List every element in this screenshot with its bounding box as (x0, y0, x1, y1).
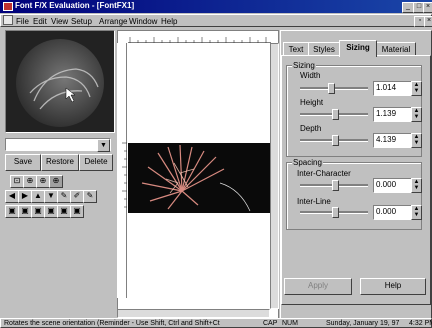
close-icon[interactable]: × (423, 2, 432, 13)
wand-tool-icon[interactable]: ✐ (70, 190, 84, 203)
tab-sizing[interactable]: Sizing (339, 40, 377, 57)
depth-label: Depth (300, 124, 322, 133)
view-6-icon[interactable]: ▣ (70, 205, 84, 218)
arrow-up-icon[interactable]: ▲ (31, 190, 45, 203)
width-label: Width (300, 71, 321, 80)
save-button[interactable]: Save (5, 154, 41, 171)
horizontal-scrollbar[interactable] (117, 309, 270, 318)
menu-view[interactable]: View (51, 17, 68, 26)
width-slider-thumb[interactable] (328, 83, 336, 94)
status-date: Sunday, January 19, 97 (326, 320, 400, 327)
arrow-right-icon[interactable]: ▶ (18, 190, 32, 203)
inter-line-slider-thumb[interactable] (331, 207, 339, 218)
menu-help[interactable]: Help (161, 17, 177, 26)
status-message: Rotates the scene orientation (Reminder … (4, 320, 220, 327)
menu-window[interactable]: Window (129, 17, 157, 26)
view-3-icon[interactable]: ▣ (31, 205, 45, 218)
num-indicator: NUM (282, 320, 298, 327)
doc-close-icon[interactable]: × (424, 16, 432, 27)
inter-character-label: Inter-Character (297, 169, 351, 178)
view-1-icon[interactable]: ▣ (5, 205, 19, 218)
height-spinner[interactable]: ▲ ▼ (411, 107, 422, 122)
help-button[interactable]: Help (360, 278, 426, 295)
view-4-icon[interactable]: ▣ (44, 205, 58, 218)
rotate-z-icon[interactable]: ⊕ (49, 175, 63, 188)
arrow-down-icon[interactable]: ▼ (44, 190, 58, 203)
view-2-icon[interactable]: ▣ (18, 205, 32, 218)
inter-character-spinner[interactable]: ▲ ▼ (411, 178, 422, 193)
horizontal-ruler (128, 33, 271, 43)
preview-text-swirl (29, 68, 99, 110)
menu-file[interactable]: File (16, 17, 29, 26)
depth-spinner[interactable]: ▲ ▼ (411, 133, 422, 148)
rotate-x-icon[interactable]: ⊕ (23, 175, 37, 188)
mouse-cursor-icon (65, 87, 76, 103)
chevron-down-icon[interactable]: ▼ (97, 139, 110, 152)
vertical-ruler-ticks (122, 142, 127, 208)
rendered-text-image (128, 143, 270, 213)
pen-tool-icon[interactable]: ✎ (57, 190, 71, 203)
render-burst (141, 144, 251, 212)
preset-select[interactable]: ▼ (5, 138, 111, 152)
inter-line-label: Inter-Line (297, 197, 331, 206)
vertical-ruler (117, 43, 127, 298)
menu-edit[interactable]: Edit (33, 17, 47, 26)
sizing-group-label: Sizing (292, 61, 316, 70)
status-bar: Rotates the scene orientation (Reminder … (0, 318, 432, 328)
width-field[interactable]: 1.014 (373, 81, 415, 96)
height-field[interactable]: 1.139 (373, 107, 415, 122)
inter-character-slider-thumb[interactable] (331, 180, 339, 191)
height-label: Height (300, 98, 324, 107)
menu-setup[interactable]: Setup (71, 17, 92, 26)
depth-field[interactable]: 4.139 (373, 133, 415, 148)
depth-slider-thumb[interactable] (331, 135, 339, 146)
title-bar: Font F/X Evaluation - [FontFX1] _ □ × (0, 0, 432, 13)
vertical-scrollbar[interactable] (270, 43, 279, 309)
scene-orientation-preview[interactable] (5, 30, 115, 133)
height-slider-thumb[interactable] (331, 109, 339, 120)
document-icon[interactable] (3, 15, 13, 25)
app-icon[interactable] (3, 2, 13, 11)
ruler-ticks (129, 37, 267, 43)
menu-arrange[interactable]: Arrange (99, 17, 127, 26)
apply-button[interactable]: Apply (284, 278, 352, 295)
brush-tool-icon[interactable]: ✎ (83, 190, 97, 203)
inter-character-field[interactable]: 0.000 (373, 178, 415, 193)
window-title: Font F/X Evaluation - [FontFX1] (15, 1, 135, 10)
delete-button[interactable]: Delete (79, 154, 113, 171)
menu-bar: File Edit View Setup Arrange Window Help… (0, 14, 432, 27)
inter-line-field[interactable]: 0.000 (373, 205, 415, 220)
status-time: 4:32 PM (409, 320, 432, 327)
spacing-group-label: Spacing (292, 158, 323, 167)
view-5-icon[interactable]: ▣ (57, 205, 71, 218)
width-spinner[interactable]: ▲ ▼ (411, 81, 422, 96)
restore-button[interactable]: Restore (41, 154, 79, 171)
caps-indicator: CAP (263, 320, 278, 327)
inter-line-spinner[interactable]: ▲ ▼ (411, 205, 422, 220)
arrow-left-icon[interactable]: ◀ (5, 190, 19, 203)
select-tool-icon[interactable]: ⊡ (10, 175, 24, 188)
rotate-y-icon[interactable]: ⊕ (36, 175, 50, 188)
